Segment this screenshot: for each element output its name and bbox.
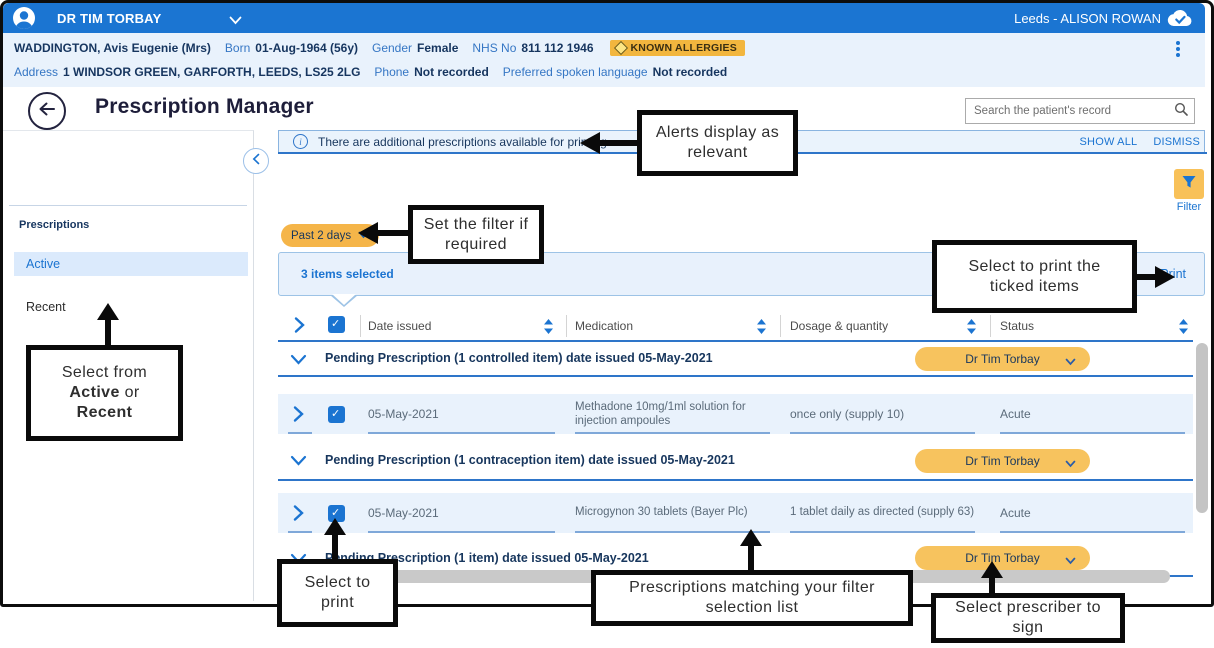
annotation-arrow-up [981,561,1003,578]
cell-medication: Microgynon 30 tablets (Bayer Plc) [575,506,775,518]
vertical-scrollbar[interactable] [1196,343,1208,513]
chevron-down-icon [1065,355,1076,369]
cell-dosage: once only (supply 10) [790,407,904,421]
selected-count: 3 items selected [301,267,394,281]
annotation-print-ticked: Select to print the ticked items [932,240,1137,313]
alert-message: There are additional prescriptions avail… [318,135,607,149]
annotation-arrow-left [358,222,378,244]
gender-label: Gender [372,41,412,55]
funnel-icon [1181,174,1197,195]
page-title: Prescription Manager [95,95,314,119]
language-label: Preferred spoken language [503,65,648,79]
prescriber-dropdown[interactable]: Dr Tim Torbay [915,347,1090,371]
annotation-arrow-up [324,518,346,535]
chevron-right-icon[interactable] [292,405,305,428]
annotation-select-to-print: Select to print [277,559,398,627]
patient-address: 1 WINDSOR GREEN, GARFORTH, LEEDS, LS25 2… [63,65,360,79]
annotation-prescriber-sign: Select prescriber to sign [931,593,1125,643]
annotation-arrow-right [1155,266,1175,288]
chevron-down-icon [1065,554,1076,568]
column-header-date-issued[interactable]: Date issued [368,319,431,333]
back-button[interactable] [28,92,66,130]
current-user-name[interactable]: DR TIM TORBAY [57,11,161,26]
expand-all-chevron-right-icon[interactable] [293,316,306,339]
group-title: Pending Prescription (1 controlled item)… [325,351,713,365]
dismiss-link[interactable]: DISMISS [1153,136,1200,148]
sort-icon[interactable] [1178,318,1189,340]
sort-icon[interactable] [966,318,977,340]
prescriber-dropdown[interactable]: Dr Tim Torbay [915,449,1090,473]
cell-date-issued: 05-May-2021 [368,506,439,520]
born-label: Born [225,41,250,55]
top-bar: DR TIM TORBAY Leeds - ALISON ROWAN [3,3,1205,33]
sidebar-item-active[interactable]: Active [14,252,248,276]
column-header-status[interactable]: Status [1000,319,1034,333]
column-header-dosage[interactable]: Dosage & quantity [790,319,888,333]
chevron-down-icon[interactable] [290,353,307,371]
patient-language: Not recorded [653,65,728,79]
sidebar-item-recent[interactable]: Recent [14,295,248,319]
known-allergies-badge[interactable]: KNOWN ALLERGIES [610,40,745,56]
address-label: Address [14,65,58,79]
user-avatar-icon [12,6,36,30]
chevron-down-icon [1065,457,1076,471]
show-all-link[interactable]: SHOW ALL [1080,136,1138,148]
cloud-sync-icon[interactable] [1167,9,1193,33]
screenshot-canvas: DR TIM TORBAY Leeds - ALISON ROWAN WADDI… [0,0,1214,648]
sidebar-section-label: Prescriptions [19,219,89,231]
group-title: Pending Prescription (1 contraception it… [325,453,735,467]
row-checkbox[interactable] [328,406,345,423]
search-input[interactable] [966,105,1174,117]
nhs-label: NHS No [472,41,516,55]
annotation-filter-list: Prescriptions matching your filter selec… [591,570,913,626]
allergy-warning-icon [613,41,627,55]
prescription-item-row[interactable]: 05-May-2021 Methadone 10mg/1ml solution … [278,394,1193,434]
filter-button-label: Filter [1174,201,1204,213]
group-row-controlled[interactable]: Pending Prescription (1 controlled item)… [278,342,1193,377]
search-icon[interactable] [1174,102,1188,121]
annotation-set-filter: Set the filter if required [408,205,544,264]
filter-button[interactable] [1174,169,1204,199]
patient-banner: WADDINGTON, Avis Eugenie (Mrs) Born 01-A… [3,33,1205,87]
prescription-item-row[interactable]: 05-May-2021 Microgynon 30 tablets (Bayer… [278,493,1193,533]
cell-status: Acute [1000,506,1031,520]
patient-dob: 01-Aug-1964 (56y) [255,41,358,55]
arrow-left-icon [38,102,56,121]
annotation-arrow-left [580,132,600,154]
info-icon: i [293,134,308,149]
annotation-alerts: Alerts display as relevant [637,110,798,176]
patient-gender: Female [417,41,458,55]
cell-status: Acute [1000,407,1031,421]
sidebar-divider [9,205,247,206]
chevron-left-icon [252,152,260,170]
sort-icon[interactable] [756,318,767,340]
select-all-checkbox[interactable] [328,316,345,333]
column-header-medication[interactable]: Medication [575,319,633,333]
patient-record-search[interactable] [965,98,1195,124]
user-menu-chevron-down-icon[interactable] [229,12,242,30]
sort-icon[interactable] [543,318,554,340]
phone-label: Phone [374,65,409,79]
sidebar-collapse-button[interactable] [243,148,269,174]
chevron-down-icon[interactable] [290,454,307,472]
chevron-right-icon[interactable] [292,504,305,527]
patient-name: WADDINGTON, Avis Eugenie (Mrs) [14,41,211,55]
annotation-arrow-up [740,529,762,546]
annotation-arrow-up [97,303,119,320]
kebab-menu-icon[interactable] [1171,39,1185,61]
patient-nhs-number: 811 112 1946 [521,41,593,55]
patient-phone: Not recorded [414,65,489,79]
group-row-contraception[interactable]: Pending Prescription (1 contraception it… [278,440,1193,481]
cell-date-issued: 05-May-2021 [368,407,439,421]
annotation-select-source: Select from Active or Recent [26,345,183,441]
cell-dosage: 1 tablet daily as directed (supply 63) [790,506,974,518]
site-user-label: Leeds - ALISON ROWAN [1014,11,1161,26]
cell-medication: Methadone 10mg/1ml solution for injectio… [575,400,770,429]
